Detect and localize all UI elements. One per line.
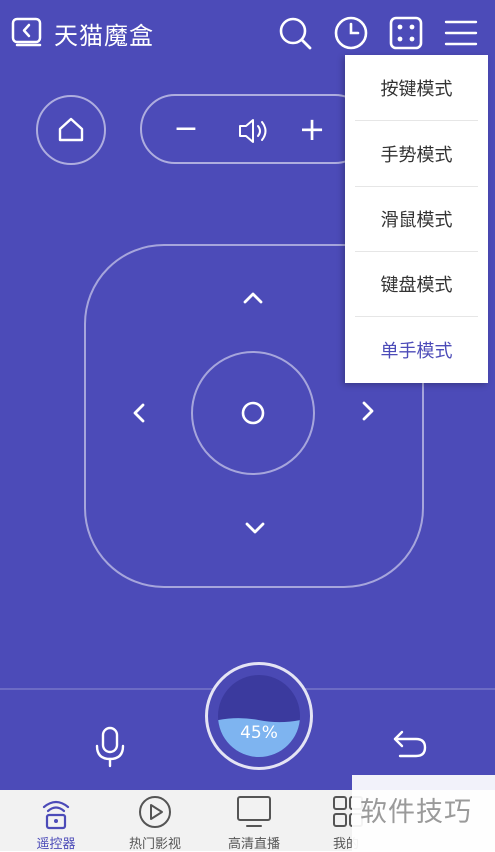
search-icon[interactable] <box>276 14 314 52</box>
battery-level: 45% <box>218 675 300 757</box>
wifi-remote-icon <box>42 800 70 830</box>
ok-button[interactable] <box>191 351 315 475</box>
battery-percent: 45% <box>240 723 278 743</box>
back-icon[interactable] <box>10 16 46 50</box>
volume-control: − + <box>140 94 370 164</box>
tab-label: 高清直播 <box>227 837 280 852</box>
clock-icon[interactable] <box>332 14 370 52</box>
down-arrow-icon[interactable] <box>242 515 268 541</box>
tv-icon <box>237 796 271 827</box>
menu-item-mouse-mode[interactable]: 滑鼠模式 <box>345 186 488 251</box>
tab-hot-movies[interactable]: 热门影视 <box>105 790 205 852</box>
volume-down-button[interactable]: − <box>166 106 206 152</box>
ok-circle-icon <box>241 401 265 425</box>
battery-wave <box>218 718 300 757</box>
tab-label: 热门影视 <box>128 837 181 852</box>
volume-up-button[interactable]: + <box>292 106 332 152</box>
mode-menu: 按键模式 手势模式 滑鼠模式 键盘模式 单手模式 <box>345 55 488 383</box>
home-button[interactable] <box>36 95 106 165</box>
menu-item-one-hand-mode[interactable]: 单手模式 <box>345 317 488 382</box>
left-arrow-icon[interactable] <box>126 400 152 426</box>
tab-remote[interactable]: 遥控器 <box>6 790 106 852</box>
dice-icon[interactable] <box>387 14 425 52</box>
play-icon <box>139 796 171 828</box>
up-arrow-icon[interactable] <box>240 285 266 311</box>
menu-item-keyboard-mode[interactable]: 键盘模式 <box>345 251 488 316</box>
app-title: 天猫魔盒 <box>54 22 154 50</box>
menu-item-gesture-mode[interactable]: 手势模式 <box>345 121 488 186</box>
watermark-text: 软件技巧 <box>360 797 472 828</box>
menu-item-key-mode[interactable]: 按键模式 <box>345 55 488 120</box>
tab-label: 遥控器 <box>36 837 76 852</box>
tab-live-tv[interactable]: 高清直播 <box>204 790 304 852</box>
return-icon[interactable] <box>390 722 430 762</box>
home-icon <box>58 117 84 142</box>
menu-icon[interactable] <box>442 14 480 52</box>
speaker-icon <box>234 111 274 151</box>
right-arrow-icon[interactable] <box>355 398 381 424</box>
microphone-icon[interactable] <box>92 722 128 770</box>
